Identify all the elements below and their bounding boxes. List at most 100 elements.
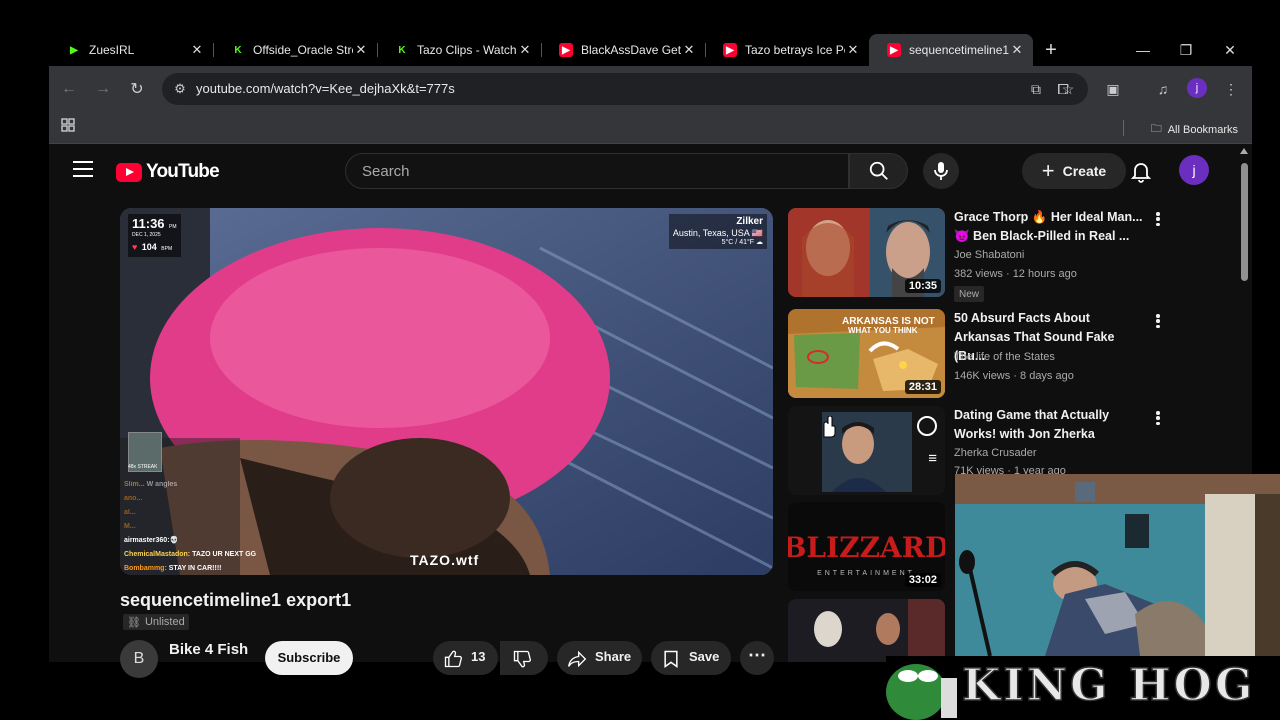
save-button[interactable]: Save — [651, 641, 731, 675]
stream-clock-overlay: 11:36 PM DEC 1, 2025 ♥ 104 BPM — [128, 214, 181, 257]
tab-tazo-betrays[interactable]: ▶ Tazo betrays Ice Po ✕ — [705, 34, 869, 66]
thumb-text: BLIZZARD — [788, 531, 945, 564]
more-horizontal-icon: ⋯ — [748, 645, 766, 665]
youtube-masthead: YouTube Search + Create j — [49, 145, 1237, 197]
all-bookmarks-button[interactable]: 🗀 All Bookmarks — [1151, 120, 1238, 139]
rec-thumbnail[interactable]: ≡ — [788, 406, 945, 495]
guide-menu-icon[interactable] — [73, 161, 93, 177]
channel-avatar[interactable]: B — [120, 640, 158, 678]
tab-zuesirl[interactable]: ▶ ZuesIRL ✕ — [49, 34, 213, 66]
more-vert-icon[interactable] — [1154, 313, 1162, 329]
tab-title: ZuesIRL — [89, 43, 135, 57]
rec-channel[interactable]: Zherka Crusader — [954, 447, 1037, 459]
channel-name[interactable]: Bike 4 Fish — [169, 641, 248, 658]
thumb-text: WHAT YOU THINK — [848, 326, 918, 335]
rec-channel[interactable]: Joe Shabatoni — [954, 249, 1024, 261]
new-tab-button[interactable]: + — [1033, 34, 1069, 66]
chat-message: TAZO UR NEXT GG — [192, 551, 257, 558]
voice-search-button[interactable] — [923, 153, 959, 189]
media-controls-icon[interactable]: ♫ — [1153, 79, 1173, 99]
rec-meta: 146K views · 8 days ago — [954, 370, 1074, 382]
video-player[interactable]: 11:36 PM DEC 1, 2025 ♥ 104 BPM Zilker Au… — [120, 208, 773, 575]
close-tab-icon[interactable]: ✕ — [189, 42, 205, 58]
tab-title: Tazo Clips - Watch l — [417, 43, 517, 57]
search-button[interactable] — [849, 153, 908, 189]
cast-icon[interactable]: ▣ — [1103, 79, 1123, 99]
rec-title[interactable]: Grace Thorp 🔥 Her Ideal Man... 👿 Ben Bla… — [954, 208, 1146, 246]
share-button[interactable]: Share — [557, 641, 642, 675]
add-to-queue-icon[interactable]: ≡ — [928, 450, 937, 467]
search-input[interactable]: Search — [345, 153, 849, 189]
folder-icon: 🗀 — [1150, 123, 1162, 135]
more-actions-button[interactable]: ⋯ — [740, 641, 774, 675]
rec-title-line: 50 Absurd Facts About — [954, 311, 1090, 325]
share-icon — [568, 650, 587, 668]
plus-icon: + — [1041, 158, 1055, 183]
dislike-button[interactable] — [500, 641, 548, 675]
rec-title[interactable]: Dating Game that Actually Works! with Jo… — [954, 406, 1146, 444]
tab-sequencetimeline[interactable]: ▶ sequencetimeline1 ✕ — [869, 34, 1033, 66]
microphone-icon — [934, 162, 948, 180]
like-button[interactable]: 13 — [433, 641, 498, 675]
subscribe-button[interactable]: Subscribe — [265, 641, 353, 675]
minimize-icon[interactable]: — — [1122, 34, 1164, 66]
extensions-icon[interactable]: ⧠ — [1053, 79, 1073, 99]
back-icon[interactable]: ← — [59, 79, 79, 99]
tab-title: sequencetimeline1 — [909, 43, 1009, 57]
tab-tazo-clips[interactable]: K Tazo Clips - Watch l ✕ — [377, 34, 541, 66]
notifications-bell-icon[interactable] — [1129, 159, 1153, 183]
scroll-up-arrow-icon[interactable] — [1240, 148, 1248, 154]
visibility-label: Unlisted — [144, 616, 185, 628]
rec-duration: 28:31 — [904, 380, 941, 394]
restore-icon[interactable]: ❐ — [1165, 34, 1207, 66]
rec-channel[interactable]: The life of the States — [954, 351, 1055, 363]
more-vert-icon[interactable] — [1154, 410, 1162, 426]
install-app-icon[interactable]: ⧉ — [1026, 79, 1046, 99]
tab-offside-oracle[interactable]: K Offside_Oracle Strea ✕ — [213, 34, 377, 66]
site-info-icon[interactable]: ⚙ — [170, 79, 190, 99]
scrollbar-thumb[interactable] — [1241, 163, 1248, 281]
close-tab-icon[interactable]: ✕ — [845, 42, 861, 58]
close-window-icon[interactable]: ✕ — [1209, 34, 1251, 66]
chat-message: STAY IN CAR!!!! — [168, 565, 222, 572]
rec-thumbnail[interactable]: ARKANSAS IS NOT WHAT YOU THINK 28:31 — [788, 309, 945, 398]
chat-username: airmaster360: — [124, 537, 170, 544]
streak-label: 48x STREAK — [128, 464, 158, 470]
tab-title: Offside_Oracle Strea — [253, 43, 353, 57]
close-tab-icon[interactable]: ✕ — [681, 42, 697, 58]
browser-menu-icon[interactable]: ⋮ — [1221, 79, 1241, 99]
tab-blackassdave[interactable]: ▶ BlackAssDave Gets ✕ — [541, 34, 705, 66]
browser-profile-avatar[interactable]: j — [1187, 78, 1207, 98]
overlay-location-city: Austin, Texas, USA 🇺🇸 — [672, 228, 763, 238]
create-label: Create — [1062, 163, 1107, 179]
youtube-logo-icon: ▶ — [723, 43, 737, 57]
rec-duration: 10:35 — [904, 279, 941, 293]
more-vert-icon[interactable] — [1154, 211, 1162, 227]
create-button[interactable]: + Create — [1022, 153, 1126, 189]
chat-username: Slim... — [124, 481, 145, 488]
apps-grid-icon[interactable] — [61, 118, 79, 136]
youtube-logo[interactable]: YouTube — [116, 161, 220, 183]
chat-username: ChemicalMastadon: — [124, 551, 191, 558]
thumb-text: ENTERTAINMENT — [817, 570, 915, 577]
search-placeholder: Search — [362, 163, 410, 180]
forward-icon[interactable]: → — [93, 79, 113, 99]
youtube-logo-icon: ▶ — [887, 43, 901, 57]
address-bar[interactable]: ⚙ youtube.com/watch?v=Kee_dejhaXk&t=777s… — [162, 73, 1088, 105]
bookmarks-bar: 🗀 All Bookmarks — [49, 112, 1252, 144]
rec-thumbnail[interactable]: BLIZZARD ENTERTAINMENT 33:02 — [788, 502, 945, 591]
reload-icon[interactable]: ↻ — [127, 79, 147, 99]
rec-thumbnail[interactable]: 10:35 — [788, 208, 945, 297]
watch-later-icon[interactable] — [917, 416, 937, 436]
rec-title-line: Works! with Jon Zherka — [954, 427, 1095, 441]
account-avatar[interactable]: j — [1179, 155, 1209, 185]
mouse-cursor-icon — [818, 415, 836, 443]
close-tab-icon[interactable]: ✕ — [1009, 42, 1025, 58]
rec-thumbnail[interactable] — [788, 599, 945, 662]
kick-logo-icon: K — [234, 44, 242, 56]
youtube-play-icon — [116, 162, 142, 182]
rec-thumbnail-image — [788, 599, 945, 662]
tab-title: BlackAssDave Gets — [581, 43, 681, 57]
close-tab-icon[interactable]: ✕ — [353, 42, 369, 58]
close-tab-icon[interactable]: ✕ — [517, 42, 533, 58]
